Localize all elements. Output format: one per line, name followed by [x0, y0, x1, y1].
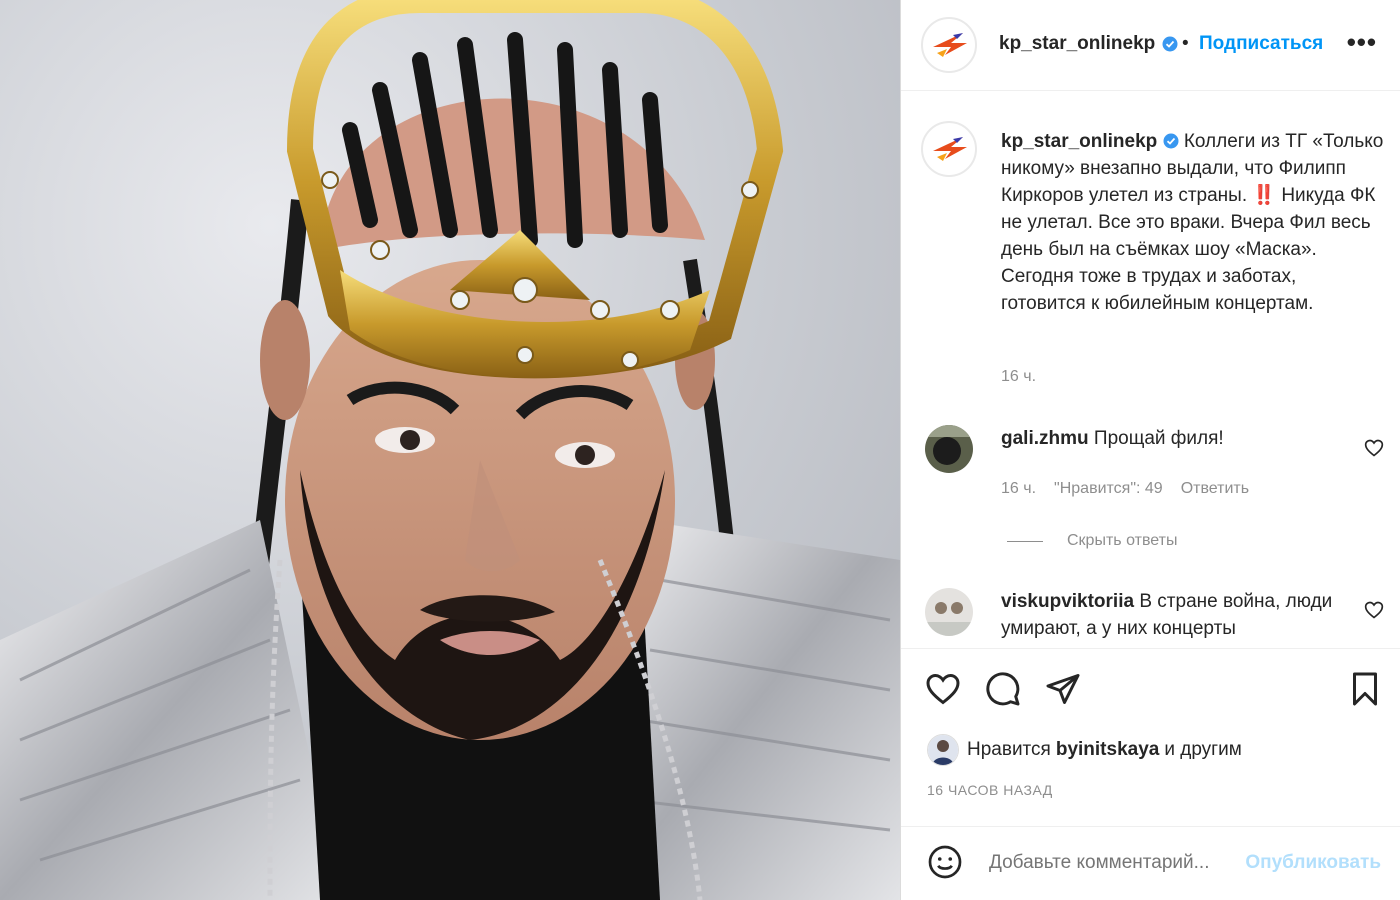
- bookmark-icon[interactable]: [1347, 671, 1383, 707]
- separator-dot: •: [1182, 33, 1189, 54]
- comment-avatar[interactable]: [925, 588, 973, 636]
- publish-button[interactable]: Опубликовать: [1245, 852, 1381, 874]
- likes-summary: Нравится byinitskaya и другим: [927, 734, 1242, 766]
- comment-avatar[interactable]: [925, 425, 973, 473]
- comment-age: 16 ч.: [1001, 480, 1037, 497]
- user-avatar-photo: [925, 425, 973, 473]
- hide-replies-label: Скрыть ответы: [1067, 532, 1178, 549]
- hide-replies-toggle[interactable]: Скрыть ответы: [1007, 532, 1177, 550]
- comment-like-heart-icon[interactable]: [1364, 438, 1384, 458]
- caption-text: Коллеги из ТГ «Только никому» внезапно в…: [1001, 131, 1384, 314]
- comment-meta: 16 ч. "Нравится": 49 Ответить: [1001, 480, 1249, 498]
- liker-avatar[interactable]: [927, 734, 959, 766]
- post-header: kp_star_onlinekp • Подписаться •••: [901, 0, 1400, 91]
- caption-avatar[interactable]: [921, 121, 977, 177]
- comment-like-heart-icon[interactable]: [1364, 600, 1384, 620]
- comment-text: Прощай филя!: [1093, 428, 1224, 449]
- comment-icon[interactable]: [985, 671, 1021, 707]
- caption-age: 16 ч.: [1001, 368, 1037, 385]
- liker-username[interactable]: byinitskaya: [1056, 739, 1160, 761]
- user-avatar-photo: [925, 588, 973, 636]
- post-caption: kp_star_onlinekp Коллеги из ТГ «Только н…: [1001, 128, 1386, 317]
- post-timestamp[interactable]: 16 ЧАСОВ НАЗАД: [927, 782, 1053, 798]
- post-photo-illustration: [0, 0, 900, 900]
- profile-avatar[interactable]: [921, 17, 977, 73]
- likes-prefix: Нравится: [967, 739, 1051, 760]
- share-icon[interactable]: [1045, 671, 1081, 707]
- verified-icon: [1162, 36, 1178, 52]
- divider-line: [1007, 540, 1043, 542]
- comment-username[interactable]: viskupviktoriia: [1001, 591, 1134, 612]
- heart-icon[interactable]: [925, 671, 961, 707]
- comment-input[interactable]: [987, 851, 1241, 875]
- comment-username[interactable]: gali.zhmu: [1001, 428, 1089, 449]
- user-avatar-photo: [928, 735, 958, 765]
- swallow-logo-icon: [924, 20, 974, 70]
- follow-button[interactable]: Подписаться: [1199, 33, 1323, 55]
- smile-icon[interactable]: [927, 844, 963, 880]
- post-sidebar: kp_star_onlinekp • Подписаться ••• kp_st…: [900, 0, 1400, 900]
- swallow-logo-icon: [924, 124, 974, 174]
- verified-icon: [1163, 133, 1179, 149]
- caption-username[interactable]: kp_star_onlinekp: [1001, 131, 1157, 152]
- header-username[interactable]: kp_star_onlinekp: [999, 33, 1155, 55]
- comment-1: gali.zhmu Прощай филя!: [1001, 425, 1361, 452]
- add-comment-bar: Опубликовать: [901, 826, 1400, 900]
- more-options-icon[interactable]: •••: [1347, 29, 1377, 55]
- comment-2: viskupviktoriia В стране война, люди уми…: [1001, 588, 1341, 642]
- comment-likes-count[interactable]: "Нравится": 49: [1054, 480, 1163, 498]
- post-photo[interactable]: [0, 0, 900, 900]
- reply-button[interactable]: Ответить: [1181, 480, 1249, 498]
- likes-suffix[interactable]: и другим: [1164, 739, 1241, 761]
